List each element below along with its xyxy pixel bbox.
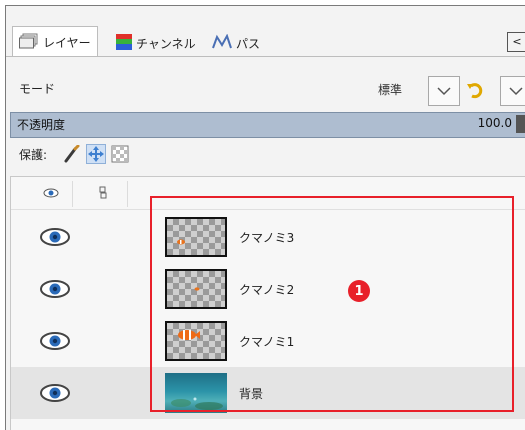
undo-icon xyxy=(467,83,483,99)
tab-channels[interactable]: チャンネル xyxy=(116,32,196,54)
tab-label: レイヤー xyxy=(43,35,91,50)
annotation-highlight-box xyxy=(150,196,514,412)
tab-label: パス xyxy=(236,36,261,51)
opacity-value[interactable]: 100.0 xyxy=(478,116,512,130)
divider xyxy=(127,181,128,207)
tab-label: チャンネル xyxy=(136,36,196,51)
channels-icon xyxy=(116,33,132,53)
opacity-label: 不透明度 xyxy=(17,118,66,132)
annotation-badge: 1 xyxy=(348,280,370,302)
protect-label: 保護: xyxy=(19,148,48,162)
composite-dropdown[interactable] xyxy=(500,76,525,106)
mode-dropdown[interactable] xyxy=(428,76,460,106)
tab-paths[interactable]: パス xyxy=(212,32,260,54)
visibility-eye-icon[interactable] xyxy=(39,226,71,248)
visibility-eye-icon[interactable] xyxy=(39,330,71,352)
divider xyxy=(72,181,73,207)
dock-tab-bar: レイヤー チャンネル パス < xyxy=(6,6,525,58)
lock-alpha-icon[interactable] xyxy=(110,144,130,164)
tab-layers[interactable]: レイヤー xyxy=(12,26,98,57)
protect-row: 保護: xyxy=(6,140,525,168)
dock-menu-button[interactable]: < xyxy=(507,32,525,52)
layers-icon xyxy=(19,33,39,52)
visibility-eye-icon[interactable] xyxy=(39,278,71,300)
mode-value[interactable]: 標準 xyxy=(378,81,402,98)
chevron-left-icon: < xyxy=(512,35,522,48)
chevron-down-icon xyxy=(437,87,451,96)
paths-icon xyxy=(212,33,232,53)
chevron-down-icon xyxy=(509,87,523,96)
visibility-eye-icon[interactable] xyxy=(39,382,71,404)
opacity-slider[interactable]: 不透明度 100.0 xyxy=(10,112,525,138)
reset-mode-button[interactable] xyxy=(464,78,488,102)
mode-label: モード xyxy=(19,82,56,96)
lock-pixels-icon[interactable] xyxy=(62,144,82,164)
mode-row: モード 標準 xyxy=(6,72,525,106)
eye-icon xyxy=(43,188,59,198)
opacity-spinner[interactable] xyxy=(516,115,525,133)
chain-link-icon xyxy=(99,186,107,199)
divider xyxy=(6,56,525,57)
lock-position-icon[interactable] xyxy=(86,144,106,164)
